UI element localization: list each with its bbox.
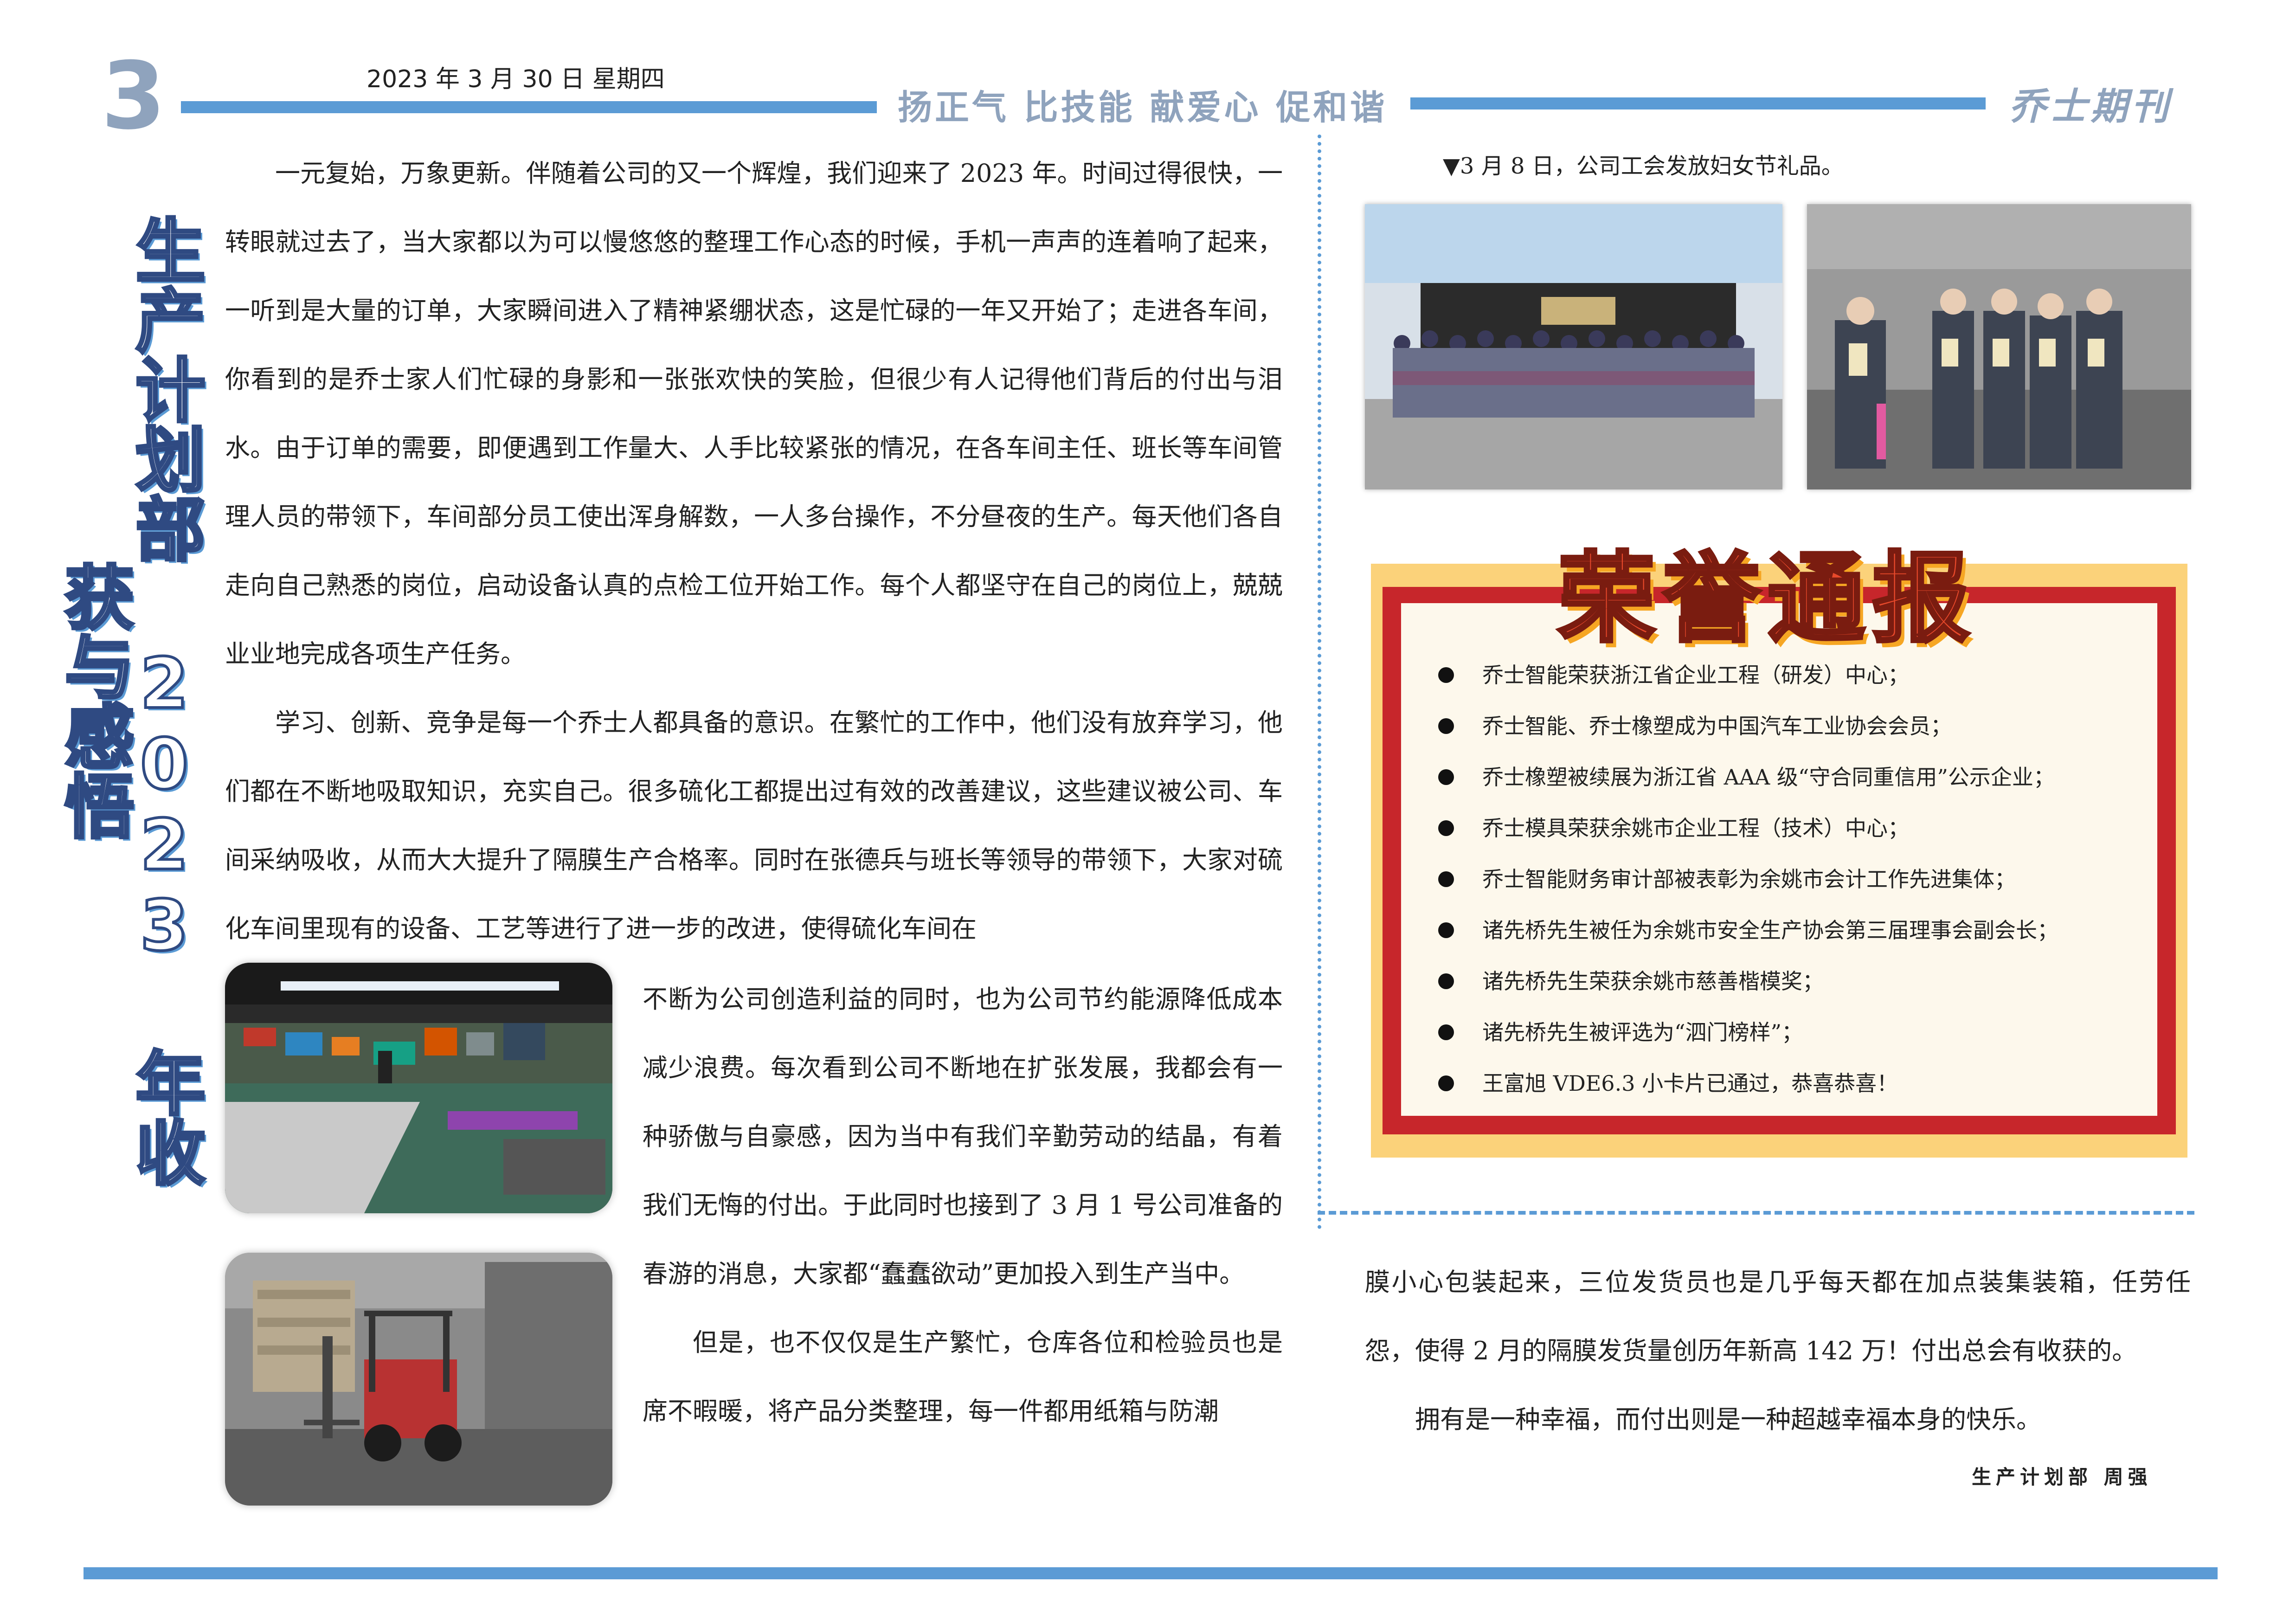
header-rule-left bbox=[181, 101, 877, 113]
signature: 生产计划部 周强 bbox=[1972, 1466, 2152, 1488]
paragraph-2: 学习、创新、竞争是每一个乔士人都具备的意识。在繁忙的工作中，他们没有放弃学习，他… bbox=[225, 708, 1283, 943]
paragraph-3: 但是，也不仅仅是生产繁忙，仓库各位和检验员也是席不暇暖，将产品分类整理，每一件都… bbox=[643, 1328, 1283, 1426]
honor-item: 乔士智能、乔士橡塑成为中国汽车工业协会会员； bbox=[1438, 701, 2162, 752]
honor-item: 王富旭 VDE6.3 小卡片已通过，恭喜恭喜！ bbox=[1438, 1058, 2162, 1109]
honor-list: 乔士智能荣获浙江省企业工程（研发）中心； 乔士智能、乔士橡塑成为中国汽车工业协会… bbox=[1438, 650, 2162, 1109]
group-photo-image bbox=[1365, 204, 1782, 489]
gift-photo bbox=[1807, 204, 2191, 489]
page-number: 3 bbox=[101, 42, 166, 150]
honor-item: 乔士智能荣获浙江省企业工程（研发）中心； bbox=[1438, 650, 2162, 701]
column-divider bbox=[1318, 135, 1321, 1229]
honor-item: 诸先桥先生被评选为“泗门榜样”； bbox=[1438, 1007, 2162, 1058]
article-body-top: 一元复始，万象更新。伴随着公司的又一个辉煌，我们迎来了 2023 年。时间过得很… bbox=[225, 139, 1283, 963]
article-title: 生产计划部 2023 年收获与感悟 bbox=[51, 213, 206, 1188]
honor-item: 乔士橡塑被续展为浙江省 AAA 级“守合同重信用”公示企业； bbox=[1438, 752, 2162, 803]
journal-brand: 乔士期刊 bbox=[2009, 84, 2172, 128]
workshop-photo-image bbox=[225, 963, 612, 1213]
group-photo bbox=[1365, 204, 1782, 489]
warehouse-photo bbox=[225, 1253, 612, 1506]
workshop-photo bbox=[225, 963, 612, 1213]
header-rule-right bbox=[1410, 97, 1986, 109]
paragraph-1: 一元复始，万象更新。伴随着公司的又一个辉煌，我们迎来了 2023 年。时间过得很… bbox=[225, 159, 1283, 669]
paragraph-2-continued: 不断为公司创造利益的同时，也为公司节约能源降低成本减少浪费。每次看到公司不断地在… bbox=[643, 985, 1283, 1288]
paragraph-3-continued: 膜小心包装起来，三位发货员也是几乎每天都在加点装集装箱，任劳任怨，使得 2 月的… bbox=[1365, 1268, 2191, 1365]
slogan: 扬正气 比技能 献爱心 促和谐 bbox=[898, 88, 1388, 128]
honor-title: 荣誉通报 bbox=[1556, 541, 1977, 657]
footer-rule bbox=[84, 1567, 2218, 1579]
gift-photo-image bbox=[1807, 204, 2191, 489]
honor-item: 诸先桥先生被任为余姚市安全生产协会第三届理事会副会长； bbox=[1438, 905, 2162, 956]
issue-date: 2023 年 3 月 30 日 星期四 bbox=[367, 65, 665, 93]
honor-item: 诸先桥先生荣获余姚市慈善楷模奖； bbox=[1438, 956, 2162, 1007]
warehouse-photo-image bbox=[225, 1253, 612, 1506]
article-body-right-of-photos: 不断为公司创造利益的同时，也为公司节约能源降低成本减少浪费。每次看到公司不断地在… bbox=[643, 965, 1283, 1446]
photo-caption: ▼3 月 8 日，公司工会发放妇女节礼品。 bbox=[1443, 153, 1844, 179]
honor-item: 乔士模具荣获余姚市企业工程（技术）中心； bbox=[1438, 803, 2162, 854]
section-divider bbox=[1318, 1211, 2194, 1215]
article-body-right-column: 膜小心包装起来，三位发货员也是几乎每天都在加点装集装箱，任劳任怨，使得 2 月的… bbox=[1365, 1248, 2191, 1454]
honor-item: 乔士智能财务审计部被表彰为余姚市会计工作先进集体； bbox=[1438, 854, 2162, 905]
paragraph-4: 拥有是一种幸福，而付出则是一种超越幸福本身的快乐。 bbox=[1415, 1405, 2041, 1434]
